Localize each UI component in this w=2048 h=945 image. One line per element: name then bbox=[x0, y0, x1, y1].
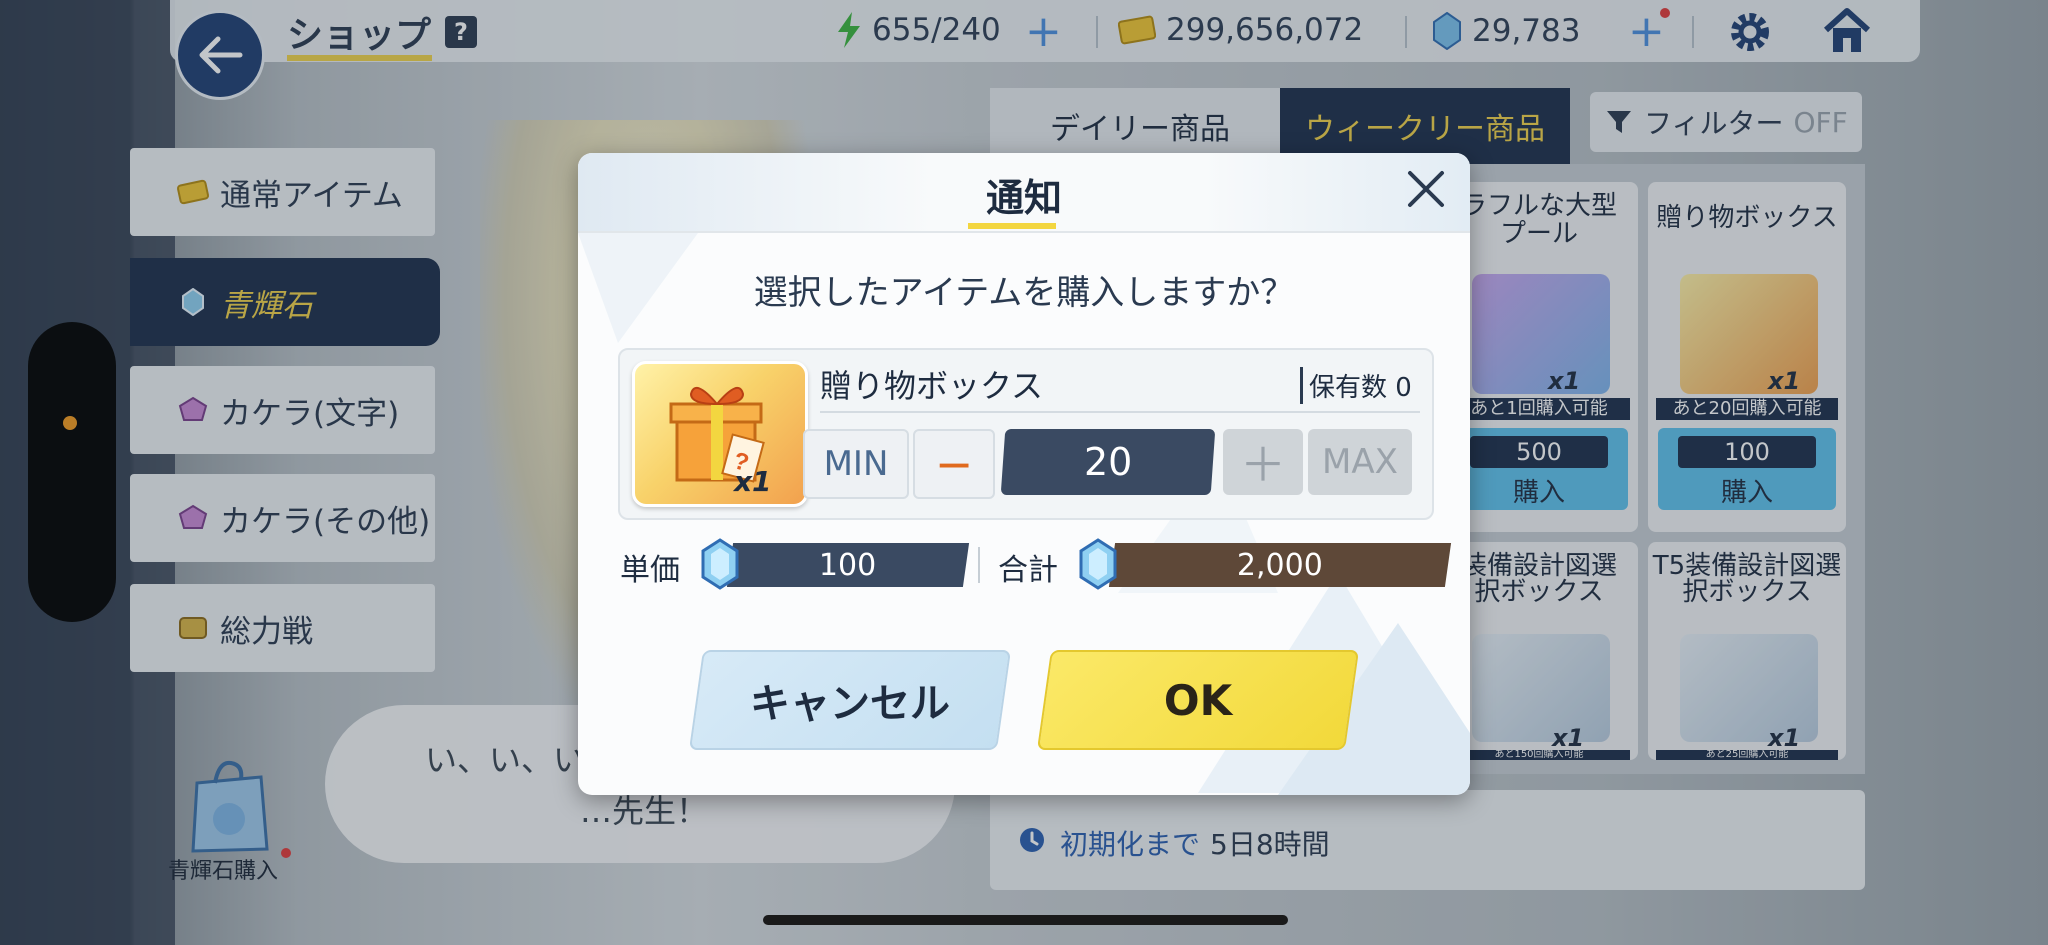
divider bbox=[820, 411, 1420, 413]
cancel-label: キャンセル bbox=[750, 681, 950, 727]
confirm-question: 選択したアイテムを購入しますか？ bbox=[753, 273, 1295, 313]
home-indicator[interactable] bbox=[763, 915, 1288, 925]
decrease-button[interactable]: − bbox=[913, 429, 995, 499]
total-price-value: 2,000 bbox=[1237, 547, 1323, 583]
dialog-title: 通知 bbox=[985, 176, 1062, 220]
purchase-dialog: 通知 選択したアイテムを購入しますか？ ? x1 贈り物ボックス 保有数 0 M… bbox=[578, 153, 1470, 795]
item-qty: x1 bbox=[734, 465, 772, 498]
owned-count: 保有数 0 bbox=[1300, 367, 1412, 404]
unit-price-value: 100 bbox=[819, 547, 877, 583]
increase-button[interactable]: ＋ bbox=[1223, 429, 1303, 495]
pyroxene-icon bbox=[701, 538, 739, 590]
gift-box-image: ? bbox=[632, 361, 808, 507]
quantity-value: 20 bbox=[1083, 440, 1133, 484]
min-button[interactable]: MIN bbox=[803, 429, 909, 499]
gift-box-icon: ? bbox=[669, 386, 765, 483]
total-price-bar: 2,000 bbox=[1108, 543, 1452, 587]
unit-price-label: 単価 bbox=[620, 553, 680, 588]
total-label: 合計 bbox=[998, 553, 1058, 588]
pyroxene-icon bbox=[1079, 538, 1117, 590]
title-underline bbox=[968, 223, 1056, 229]
close-icon[interactable] bbox=[1400, 163, 1452, 215]
quantity-field[interactable]: 20 bbox=[1000, 429, 1216, 495]
item-name: 贈り物ボックス bbox=[820, 367, 1044, 405]
max-button[interactable]: MAX bbox=[1308, 429, 1412, 495]
ok-button[interactable]: OK bbox=[1036, 650, 1360, 750]
unit-price-bar: 100 bbox=[726, 543, 970, 587]
ok-label: OK bbox=[1163, 675, 1233, 725]
cancel-button[interactable]: キャンセル bbox=[688, 650, 1012, 750]
divider bbox=[978, 547, 980, 583]
